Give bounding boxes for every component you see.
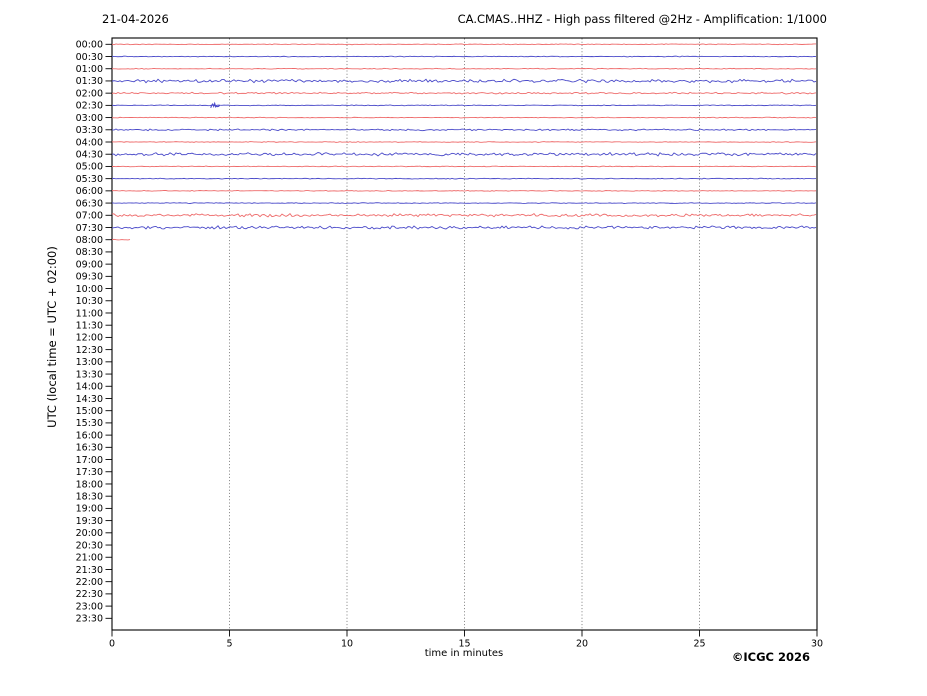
y-tick-label: 01:00	[76, 64, 103, 75]
y-tick-label: 23:00	[76, 601, 103, 612]
y-tick-label: 08:00	[76, 235, 103, 246]
y-tick-label: 02:00	[76, 88, 103, 99]
y-tick-label: 17:00	[76, 455, 103, 466]
x-tick-label: 10	[341, 639, 353, 650]
y-tick-label: 11:00	[76, 308, 103, 319]
y-tick-label: 00:30	[76, 52, 103, 63]
y-tick-label: 03:00	[76, 113, 103, 124]
y-tick-label: 19:30	[76, 516, 103, 527]
x-tick-label: 20	[576, 639, 588, 650]
y-tick-label: 04:30	[76, 150, 103, 161]
y-tick-label: 20:30	[76, 540, 103, 551]
y-tick-label: 07:30	[76, 223, 103, 234]
y-tick-label: 11:30	[76, 320, 103, 331]
y-tick-label: 12:30	[76, 345, 103, 356]
y-tick-label: 23:30	[76, 614, 103, 625]
y-tick-label: 09:30	[76, 272, 103, 283]
y-tick-label: 14:30	[76, 394, 103, 405]
y-tick-label: 16:00	[76, 430, 103, 441]
y-tick-label: 13:30	[76, 369, 103, 380]
y-tick-label: 08:30	[76, 247, 103, 258]
y-tick-label: 05:00	[76, 162, 103, 173]
y-tick-label: 18:30	[76, 491, 103, 502]
seismogram-trace	[111, 165, 817, 168]
y-tick-label: 18:00	[76, 479, 103, 490]
seismogram-plot: 0 5 10 15 20 25 3000:0000:3001:0001:3002:0002:…	[76, 37, 823, 650]
x-axis-title: time in minutes	[424, 648, 504, 659]
y-tick-label: 10:00	[76, 284, 103, 295]
y-tick-label: 22:30	[76, 589, 103, 600]
y-tick-label: 12:00	[76, 333, 103, 344]
x-tick-label: 0	[109, 639, 115, 650]
y-tick-label: 21:00	[76, 553, 103, 564]
figure-title: CA.CMAS..HHZ - High pass filtered @2Hz -…	[457, 12, 827, 26]
y-tick-label: 15:30	[76, 418, 103, 429]
figure-date: 21-04-2026	[102, 12, 169, 26]
y-tick-label: 22:00	[76, 577, 103, 588]
y-tick-label: 09:00	[76, 259, 103, 270]
y-tick-label: 17:30	[76, 467, 103, 478]
y-tick-label: 03:30	[76, 125, 103, 136]
y-tick-label: 04:00	[76, 137, 103, 148]
y-tick-label: 10:30	[76, 296, 103, 307]
y-tick-label: 15:00	[76, 406, 103, 417]
y-tick-label: 13:00	[76, 357, 103, 368]
y-tick-label: 16:30	[76, 443, 103, 454]
y-tick-label: 14:00	[76, 382, 103, 393]
y-tick-label: 05:30	[76, 174, 103, 185]
x-tick-label: 30	[811, 639, 823, 650]
helicorder-figure: 21-04-2026 CA.CMAS..HHZ - High pass filt…	[0, 0, 927, 696]
y-axis-title: UTC (local time = UTC + 02:00)	[45, 246, 59, 428]
y-tick-label: 07:00	[76, 211, 103, 222]
copyright-label: ©ICGC 2026	[731, 650, 810, 664]
y-tick-label: 21:30	[76, 565, 103, 576]
x-tick-label: 5	[226, 639, 232, 650]
y-tick-label: 20:00	[76, 528, 103, 539]
y-tick-label: 06:30	[76, 198, 103, 209]
y-tick-label: 00:00	[76, 40, 103, 51]
y-tick-label: 01:30	[76, 76, 103, 87]
y-tick-label: 19:00	[76, 504, 103, 515]
y-tick-label: 06:00	[76, 186, 103, 197]
x-tick-label: 25	[693, 639, 705, 650]
y-tick-label: 02:30	[76, 101, 103, 112]
